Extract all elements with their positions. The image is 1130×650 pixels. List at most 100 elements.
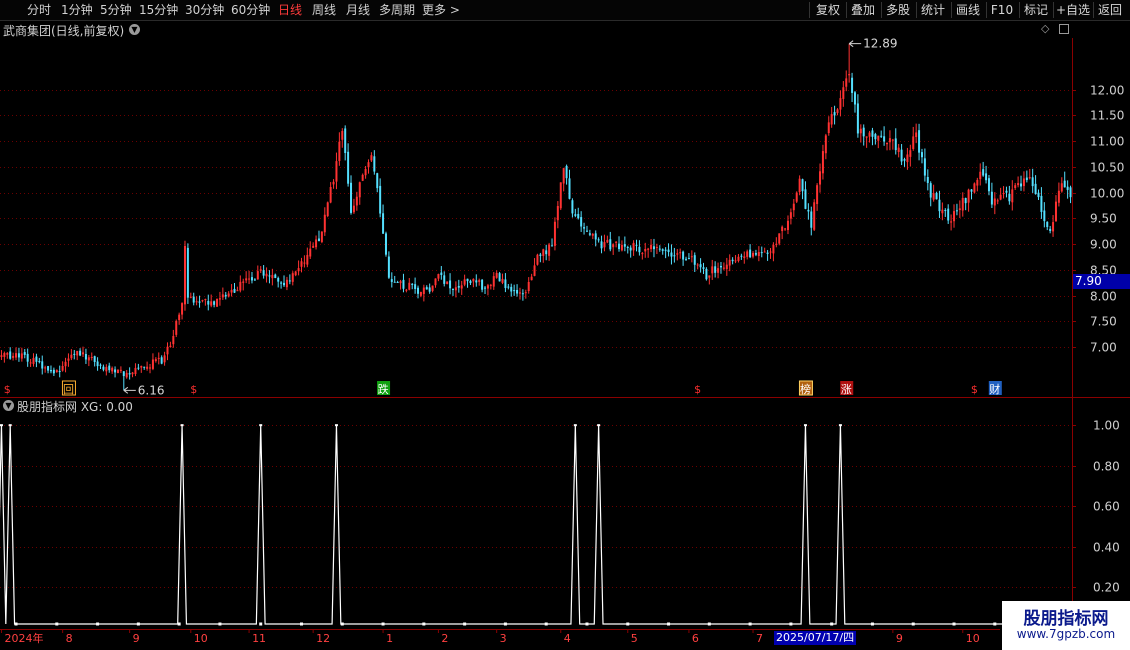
price-tick-label: 11.50 bbox=[1090, 109, 1124, 123]
candle-up-body bbox=[178, 314, 181, 321]
candle-up-body bbox=[195, 301, 198, 303]
candle-up-body bbox=[32, 357, 35, 364]
candle-up-body bbox=[737, 256, 740, 261]
candle-down-body bbox=[588, 233, 591, 235]
add-watchlist-button[interactable]: +自选 bbox=[1054, 1, 1092, 19]
overlay-button[interactable]: 叠加 bbox=[848, 1, 878, 19]
price-tick-label: 10.50 bbox=[1090, 161, 1124, 175]
candle-up-body bbox=[478, 280, 481, 282]
candle-up-body bbox=[821, 151, 824, 174]
candle-up-body bbox=[839, 98, 842, 110]
candle-up-body bbox=[819, 171, 822, 185]
back-button[interactable]: 返回 bbox=[1095, 1, 1125, 19]
tab-timeframe-daily[interactable]: 日线 bbox=[278, 1, 302, 19]
multi-stock-button[interactable]: 多股 bbox=[883, 1, 913, 19]
candle-down-body bbox=[411, 283, 414, 285]
date-tick-label: 9 bbox=[896, 632, 903, 645]
statistics-button[interactable]: 统计 bbox=[918, 1, 948, 19]
draw-line-button[interactable]: 画线 bbox=[953, 1, 983, 19]
candle-down-body bbox=[594, 233, 597, 240]
indicator-tick-label: 0.20 bbox=[1093, 581, 1120, 595]
candle-up-body bbox=[708, 275, 711, 278]
xg-spike-cap bbox=[803, 424, 807, 427]
candle-down-body bbox=[507, 286, 510, 288]
candle-down-body bbox=[652, 246, 655, 250]
xg-zero-dot bbox=[177, 622, 181, 626]
panel-toggle-icon[interactable] bbox=[1059, 24, 1069, 34]
candle-down-body bbox=[1037, 192, 1040, 198]
toolbar-divider bbox=[1093, 2, 1094, 18]
diamond-icon[interactable]: ◇ bbox=[1041, 22, 1049, 35]
tab-timeframe-15min[interactable]: 15分钟 bbox=[139, 1, 178, 19]
candle-down-body bbox=[1005, 190, 1008, 193]
candle-down-body bbox=[317, 238, 320, 241]
xg-spike-cap bbox=[0, 424, 3, 427]
candle-up-body bbox=[140, 365, 143, 368]
low-price-label: 6.16 bbox=[138, 383, 165, 397]
candle-down-body bbox=[414, 284, 417, 289]
date-tick-label: 2024年 bbox=[4, 631, 43, 645]
candle-up-body bbox=[227, 293, 230, 297]
candle-down-body bbox=[262, 270, 265, 276]
candle-down-body bbox=[382, 213, 385, 234]
candle-down-body bbox=[955, 210, 958, 212]
candle-up-body bbox=[44, 367, 47, 369]
tab-timeframe-weekly[interactable]: 周线 bbox=[312, 1, 336, 19]
candle-down-body bbox=[350, 182, 353, 213]
tab-timeframe-intraday[interactable]: 分时 bbox=[27, 1, 51, 19]
tab-timeframe-5min[interactable]: 5分钟 bbox=[100, 1, 132, 19]
candle-down-body bbox=[705, 268, 708, 280]
candle-down-body bbox=[699, 264, 702, 268]
candle-down-body bbox=[673, 255, 676, 257]
candle-up-body bbox=[813, 202, 816, 230]
chevron-down-icon[interactable]: ▼ bbox=[129, 24, 140, 35]
candle-down-body bbox=[79, 350, 82, 356]
candle-down-body bbox=[41, 361, 44, 369]
candle-up-body bbox=[795, 192, 798, 202]
candle-down-body bbox=[1020, 183, 1023, 187]
tab-timeframe-1min[interactable]: 1分钟 bbox=[61, 1, 93, 19]
candle-up-body bbox=[437, 274, 440, 279]
tab-timeframe-30min[interactable]: 30分钟 bbox=[185, 1, 224, 19]
more-periods-button[interactable]: 更多 > bbox=[422, 1, 460, 19]
candle-up-body bbox=[271, 274, 274, 279]
main-chart-title: 武商集团(日线,前复权) bbox=[3, 24, 125, 38]
candle-down-body bbox=[987, 178, 990, 192]
candle-up-body bbox=[291, 273, 294, 282]
high-arrow bbox=[848, 40, 862, 48]
tab-timeframe-multi[interactable]: 多周期 bbox=[379, 1, 415, 19]
candle-up-body bbox=[591, 234, 594, 236]
chart-canvas[interactable]: 12.896.16 $ 回 $ 跌 $ 榜涨 $ 财 7.007.508.008.509.00… bbox=[0, 0, 1130, 650]
candle-down-body bbox=[122, 371, 125, 377]
candle-up-body bbox=[87, 357, 90, 361]
candle-up-body bbox=[717, 268, 720, 273]
candle-up-body bbox=[877, 135, 880, 141]
f10-button[interactable]: F10 bbox=[988, 1, 1016, 19]
tab-timeframe-monthly[interactable]: 月线 bbox=[346, 1, 370, 19]
candle-up-body bbox=[149, 367, 152, 369]
mark-button[interactable]: 标记 bbox=[1022, 1, 1050, 19]
candle-up-body bbox=[312, 245, 315, 248]
candle-up-body bbox=[909, 150, 912, 157]
candle-down-body bbox=[926, 176, 929, 183]
candle-up-body bbox=[300, 261, 303, 267]
xg-zero-dot bbox=[55, 622, 59, 626]
xg-zero-dot bbox=[14, 622, 18, 626]
candle-down-body bbox=[714, 266, 717, 273]
candle-up-body bbox=[61, 366, 64, 371]
candle-up-body bbox=[76, 350, 79, 356]
chevron-down-icon[interactable]: ▼ bbox=[3, 400, 14, 411]
candle-down-body bbox=[84, 353, 87, 360]
candle-up-body bbox=[501, 278, 504, 283]
candle-up-body bbox=[172, 335, 175, 345]
candle-up-body bbox=[1052, 222, 1055, 232]
candle-up-body bbox=[784, 228, 787, 230]
xg-spike-cap bbox=[259, 424, 263, 427]
candle-up-body bbox=[492, 276, 495, 287]
candle-down-body bbox=[577, 213, 580, 219]
candle-up-body bbox=[163, 355, 166, 363]
restore-rights-button[interactable]: 复权 bbox=[813, 1, 843, 19]
candle-up-body bbox=[757, 252, 760, 257]
tab-timeframe-60min[interactable]: 60分钟 bbox=[231, 1, 270, 19]
candle-up-body bbox=[446, 281, 449, 284]
